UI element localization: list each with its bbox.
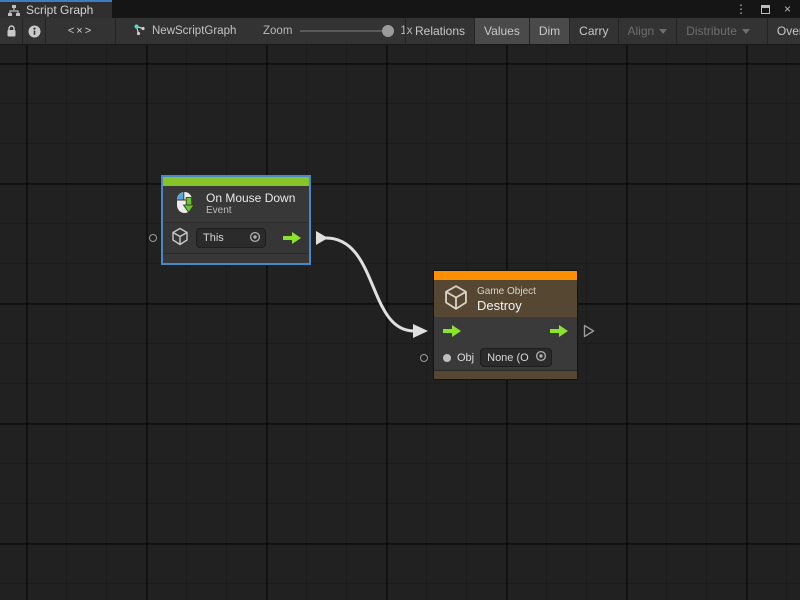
node-header[interactable]: Game Object Destroy	[434, 280, 577, 317]
node-title: On Mouse Down	[206, 191, 295, 205]
object-field-value: None (O	[487, 352, 529, 364]
script-graph-tab-icon	[8, 5, 20, 16]
event-accent-strip	[163, 177, 309, 186]
align-dropdown[interactable]: Align	[618, 18, 677, 44]
trigger-input-port[interactable]	[443, 325, 461, 337]
node-footer	[434, 370, 577, 379]
target-field[interactable]: This	[196, 228, 266, 248]
input-label: Obj	[457, 352, 474, 364]
tab-label: Script Graph	[26, 3, 93, 17]
titlebar: Script Graph ⋮ ×	[0, 0, 800, 18]
graph-asset-reference[interactable]: NewScriptGraph	[133, 18, 236, 44]
dropdown-arrow-icon	[659, 29, 667, 34]
trigger-out-indicator-icon	[583, 324, 595, 338]
connections-layer	[0, 45, 800, 600]
object-value-port[interactable]	[420, 354, 428, 362]
object-inline-port	[443, 354, 451, 362]
object-picker-icon[interactable]	[535, 350, 547, 365]
dim-button[interactable]: Dim	[529, 18, 569, 44]
dropdown-arrow-icon	[742, 29, 750, 34]
window-controls: ⋮ ×	[735, 0, 800, 18]
node-destroy[interactable]: Game Object Destroy	[433, 270, 578, 380]
target-field-value: This	[203, 232, 224, 244]
trigger-output-port[interactable]	[283, 232, 301, 244]
tab-script-graph[interactable]: Script Graph	[0, 0, 112, 18]
game-object-cube-icon	[443, 284, 469, 314]
maximize-icon[interactable]	[761, 5, 770, 14]
lock-button[interactable]	[0, 18, 23, 44]
zoom-control: Zoom 1x	[263, 18, 413, 44]
node-header[interactable]: On Mouse Down Event	[163, 186, 309, 222]
unity-script-graph-window: Script Graph ⋮ × <×>	[0, 0, 800, 600]
destroy-accent-strip	[434, 271, 577, 280]
node-subtitle: Event	[206, 205, 295, 217]
code-icon: <×>	[68, 25, 93, 37]
zoom-label: Zoom	[263, 25, 292, 37]
menu-icon[interactable]: ⋮	[735, 0, 747, 18]
connection-end-arrow	[413, 324, 428, 338]
object-picker-icon[interactable]	[249, 231, 261, 246]
distribute-dropdown[interactable]: Distribute	[676, 18, 759, 44]
zoom-slider-track	[300, 30, 392, 32]
connection-wire[interactable]	[326, 238, 414, 331]
carry-button[interactable]: Carry	[569, 18, 617, 44]
info-button[interactable]	[23, 18, 46, 44]
node-footer	[163, 253, 309, 263]
graph-asset-name: NewScriptGraph	[152, 25, 236, 37]
relations-button[interactable]: Relations	[405, 18, 474, 44]
overview-button[interactable]: Overview	[767, 18, 800, 44]
graph-canvas[interactable]: On Mouse Down Event This	[0, 45, 800, 600]
trigger-output-port[interactable]	[550, 325, 568, 337]
event-port-row: This	[163, 222, 309, 253]
node-category: Game Object	[477, 285, 536, 298]
trigger-row	[434, 317, 577, 345]
zoom-slider[interactable]	[300, 24, 392, 38]
zoom-slider-knob[interactable]	[382, 25, 394, 37]
code-preview-button[interactable]: <×>	[46, 18, 116, 44]
info-icon	[28, 25, 41, 38]
node-on-mouse-down[interactable]: On Mouse Down Event This	[161, 175, 311, 265]
toolbar-buttons: Relations Values Dim Carry Align Distrib…	[405, 18, 800, 44]
lock-icon	[6, 25, 17, 38]
object-field[interactable]: None (O	[480, 348, 552, 367]
node-title: Destroy	[477, 298, 536, 313]
values-button[interactable]: Values	[474, 18, 529, 44]
object-input-row: Obj None (O	[434, 345, 577, 370]
close-icon[interactable]: ×	[784, 0, 791, 18]
target-value-port[interactable]	[149, 234, 157, 242]
graph-asset-icon	[133, 23, 146, 39]
graph-toolbar: <×> NewScriptGraph Zoom 1x Re	[0, 18, 800, 45]
mouse-down-icon	[172, 190, 198, 219]
game-object-cube-icon	[171, 227, 189, 249]
connection-start-arrow	[316, 231, 328, 245]
